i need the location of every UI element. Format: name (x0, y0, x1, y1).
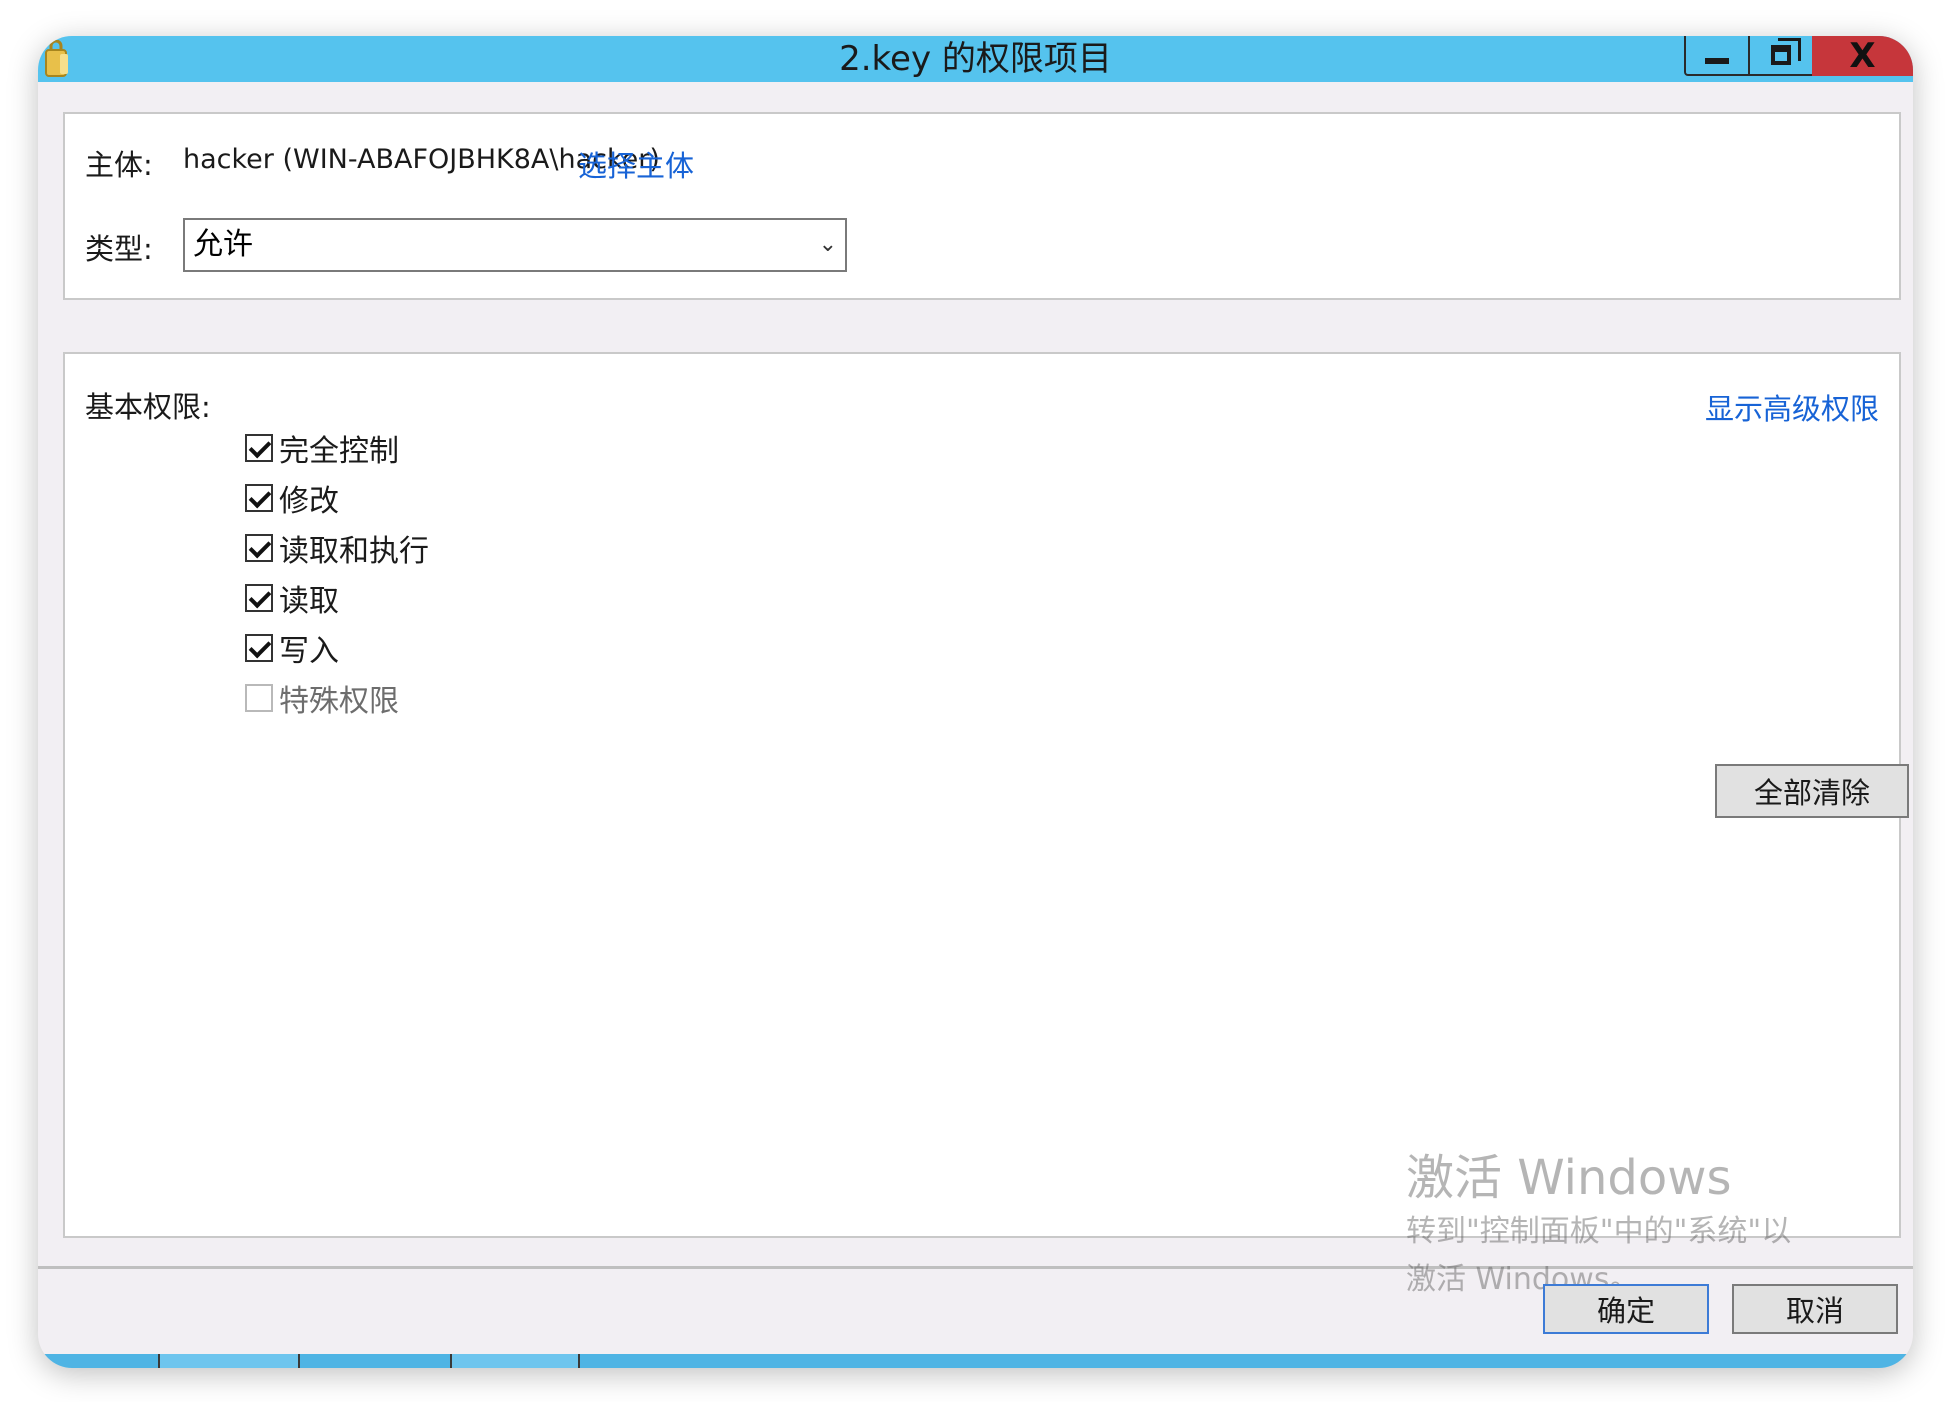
taskbar-strip (38, 1354, 1913, 1368)
principal-label: 主体: (85, 148, 153, 182)
type-label: 类型: (85, 232, 153, 266)
checkbox (245, 684, 273, 712)
checkbox-label: 特殊权限 (279, 684, 399, 719)
checkbox-modify[interactable]: 修改 (245, 478, 339, 519)
checkbox[interactable] (245, 484, 273, 512)
checkbox-write[interactable]: 写入 (245, 628, 339, 669)
cancel-button[interactable]: 取消 (1732, 1284, 1898, 1334)
permissions-group: 基本权限: 显示高级权限 完全控制 修改 读取和执行 读取 写入 特殊权限 全部… (63, 352, 1909, 1238)
checkbox[interactable] (245, 534, 273, 562)
activation-watermark-line: 转到"控制面板"中的"系统"以 (1406, 1214, 1792, 1249)
checkbox[interactable] (245, 634, 273, 662)
principal-group: 主体: hacker (WIN-ABAFOJBHK8A\hacker) 选择主体… (63, 112, 1901, 300)
permission-entry-window: 2.key 的权限项目 X 主体: hacker (WIN-ABAFOJBHK8… (38, 36, 1913, 1368)
checkbox-label: 读取 (279, 584, 339, 619)
checkbox-label: 完全控制 (279, 434, 399, 469)
minimize-icon (1705, 58, 1729, 64)
select-principal-link[interactable]: 选择主体 (578, 143, 694, 185)
basic-permissions-heading: 基本权限: (85, 390, 211, 424)
restore-button[interactable] (1748, 36, 1814, 76)
type-select-value: 允许 (193, 227, 253, 262)
checkbox-label: 读取和执行 (279, 534, 429, 569)
activation-watermark-title: 激活 Windows (1406, 1150, 1732, 1206)
type-select[interactable]: 允许 ⌄ (183, 218, 847, 272)
checkbox[interactable] (245, 584, 273, 612)
checkbox-full-control[interactable]: 完全控制 (245, 428, 399, 469)
minimize-button[interactable] (1684, 36, 1750, 76)
checkbox[interactable] (245, 434, 273, 462)
ok-button[interactable]: 确定 (1543, 1284, 1709, 1334)
close-button[interactable]: X (1812, 36, 1913, 76)
clear-all-button[interactable]: 全部清除 (1715, 764, 1909, 818)
checkbox-read[interactable]: 读取 (245, 578, 339, 619)
taskbar-item[interactable] (450, 1354, 580, 1368)
checkbox-label: 写入 (279, 634, 339, 669)
checkbox-label: 修改 (279, 484, 339, 519)
checkbox-read-execute[interactable]: 读取和执行 (245, 528, 429, 569)
show-advanced-permissions-link[interactable]: 显示高级权限 (1705, 386, 1879, 428)
close-icon: X (1849, 36, 1876, 76)
title-bar[interactable]: 2.key 的权限项目 X (38, 36, 1913, 82)
restore-icon (1771, 38, 1801, 65)
window-title: 2.key 的权限项目 (839, 39, 1112, 79)
taskbar-item[interactable] (158, 1354, 300, 1368)
checkbox-special-permissions: 特殊权限 (245, 678, 399, 719)
chevron-down-icon: ⌄ (818, 232, 837, 257)
